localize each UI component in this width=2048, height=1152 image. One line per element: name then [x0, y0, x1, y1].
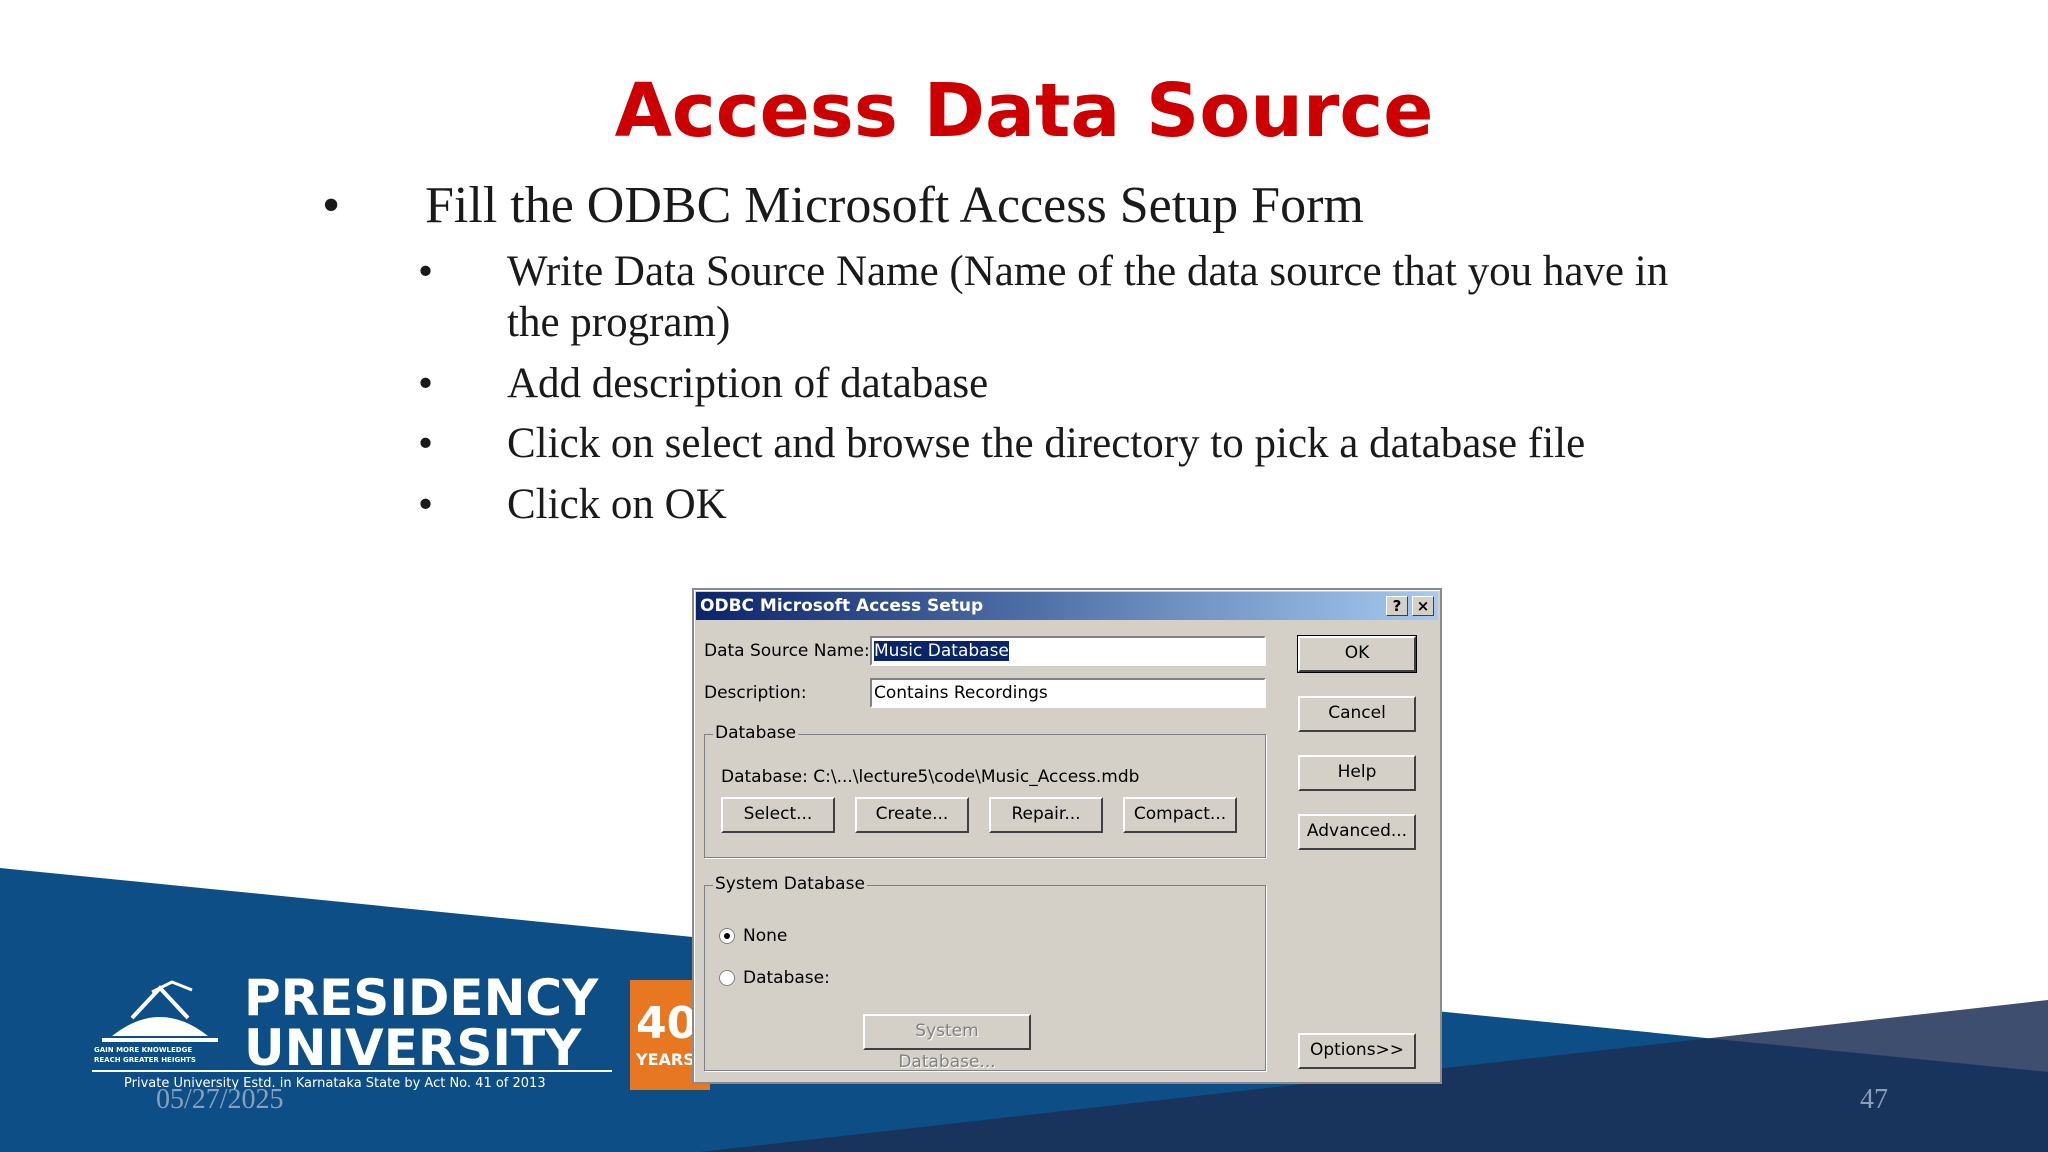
database-group-title: Database [713, 723, 799, 743]
database-path: Database: C:\...\lecture5\code\Music_Acc… [721, 767, 1140, 787]
bullet-dot: • [418, 420, 434, 467]
badge-number: 40 [636, 998, 698, 1049]
options-button[interactable]: Options>> [1298, 1033, 1416, 1069]
bullet-dot: • [418, 481, 434, 528]
bullet-click-select: Click on select and browse the directory… [507, 420, 1586, 467]
dsn-value: Music Database [874, 641, 1009, 661]
bullet-dot: • [418, 248, 434, 295]
dsn-input[interactable]: Music Database [870, 636, 1266, 666]
description-label: Description: [704, 683, 807, 703]
logo-presidency: PRESIDENCY [244, 969, 599, 1027]
compact-button[interactable]: Compact... [1123, 797, 1237, 833]
bullet-write-dsn-cont: the program) [507, 299, 731, 346]
university-emblem-icon [102, 980, 218, 1042]
select-button[interactable]: Select... [721, 797, 835, 833]
system-database-group-title: System Database [713, 874, 867, 894]
system-database-button: System Database... [863, 1014, 1031, 1072]
bullet-add-description: Add description of database [507, 360, 989, 407]
logo-divider [92, 1070, 612, 1072]
create-button[interactable]: Create... [855, 797, 969, 833]
logo-tagline-1: GAIN MORE KNOWLEDGE [94, 1046, 193, 1054]
dialog-title: ODBC Microsoft Access Setup [700, 596, 984, 616]
bullet-fill-form: Fill the ODBC Microsoft Access Setup For… [425, 177, 1364, 234]
badge-word: YEARS [636, 1050, 695, 1069]
odbc-setup-dialog: ODBC Microsoft Access Setup ? × Data Sou… [692, 588, 1442, 1084]
help-question-icon[interactable]: ? [1386, 596, 1408, 616]
cancel-button[interactable]: Cancel [1298, 696, 1416, 732]
ok-button[interactable]: OK [1297, 635, 1417, 673]
logo-university: UNIVERSITY [244, 1019, 582, 1077]
help-button[interactable]: Help [1298, 755, 1416, 791]
slide-title: Access Data Source [614, 68, 1434, 154]
slide-page-number: 47 [1860, 1084, 1888, 1115]
dsn-label: Data Source Name: [704, 641, 870, 661]
repair-button[interactable]: Repair... [989, 797, 1103, 833]
logo-tagline-2: REACH GREATER HEIGHTS [94, 1056, 196, 1064]
advanced-button[interactable]: Advanced... [1298, 814, 1416, 850]
slide-date: 05/27/2025 [156, 1084, 284, 1115]
description-input[interactable]: Contains Recordings [870, 678, 1266, 708]
system-database-group: System Database None Database: System Da… [704, 874, 1266, 1072]
radio-selected-dot [724, 933, 730, 939]
dialog-titlebar: ODBC Microsoft Access Setup ? × [696, 592, 1438, 620]
database-group: Database Database: C:\...\lecture5\code\… [704, 723, 1266, 858]
bullet-click-ok: Click on OK [507, 481, 727, 528]
radio-none-label: None [743, 926, 788, 946]
radio-none[interactable] [719, 928, 735, 944]
bullet-dot: • [418, 360, 434, 407]
radio-database-label: Database: [743, 968, 830, 988]
bullet-write-dsn: Write Data Source Name (Name of the data… [507, 248, 1669, 295]
bullet-dot: • [322, 177, 341, 234]
close-icon[interactable]: × [1412, 596, 1434, 616]
radio-database[interactable] [719, 970, 735, 986]
